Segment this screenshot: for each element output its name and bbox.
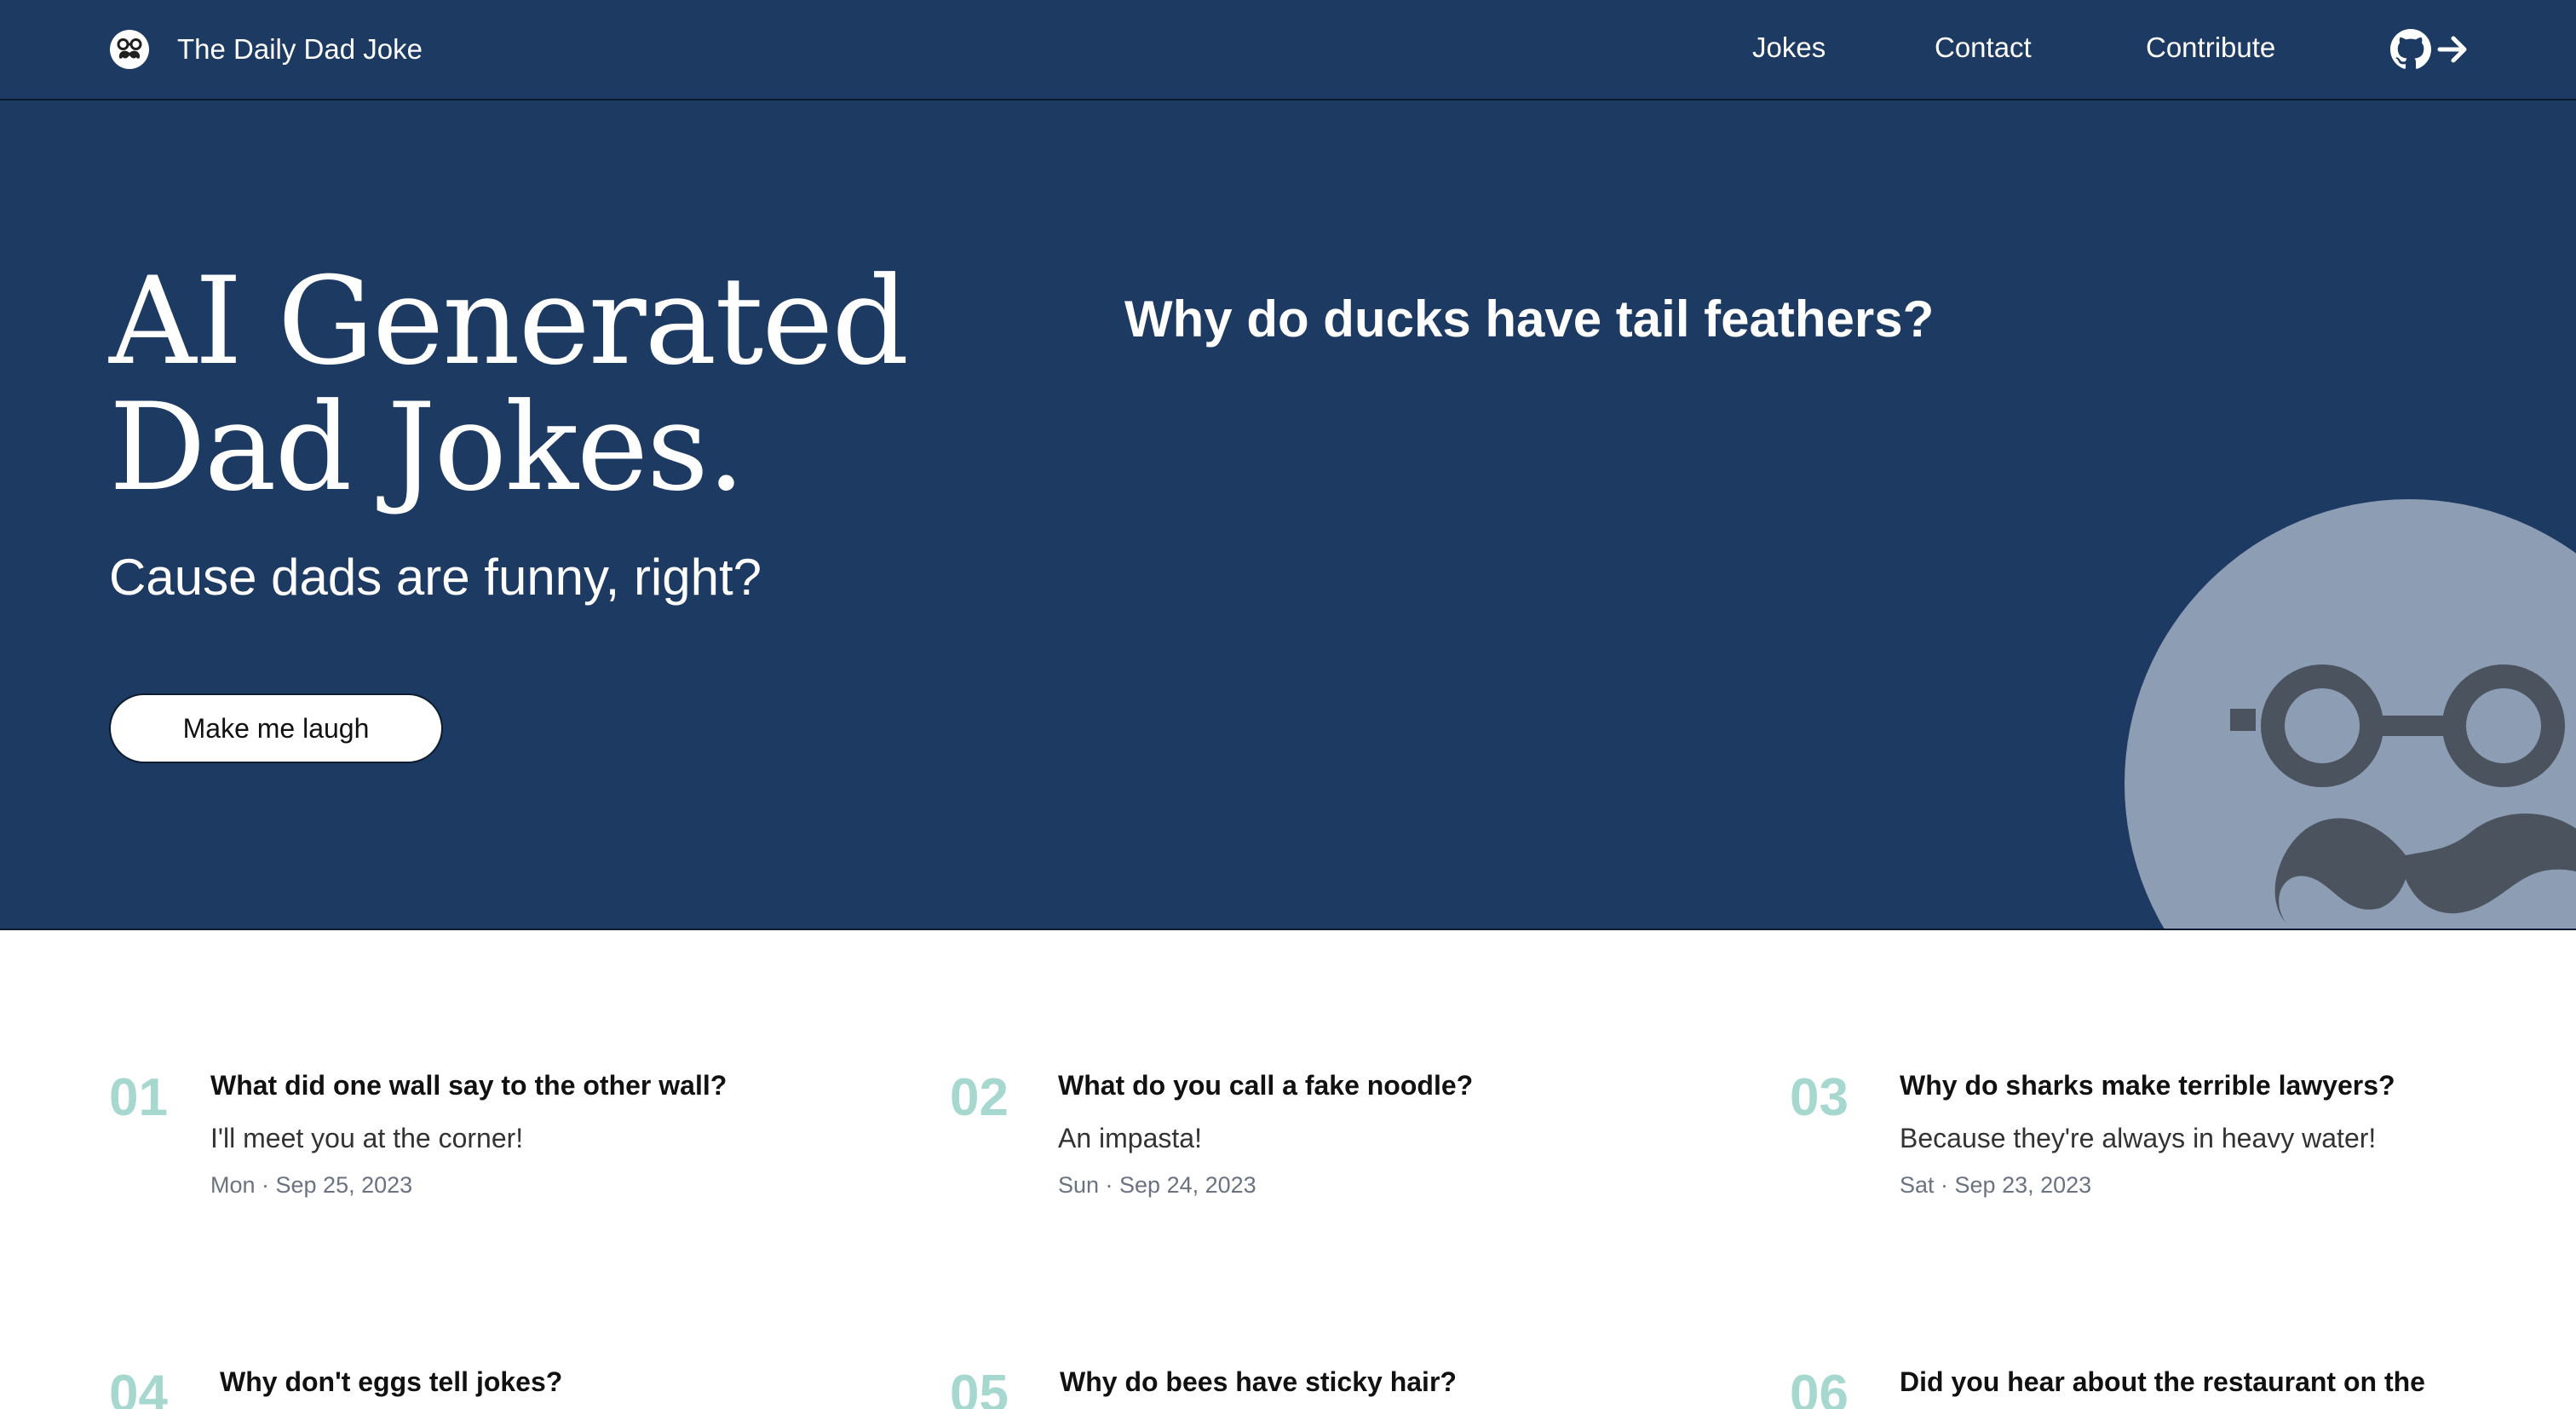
joke-question: Why do sharks make terrible lawyers? xyxy=(1900,1070,2395,1101)
joke-number: 05 xyxy=(950,1365,1009,1409)
joke-question: What do you call a fake noodle? xyxy=(1058,1070,1474,1101)
joke-answer: An impasta! xyxy=(1058,1123,1202,1153)
joke-number: 04 xyxy=(109,1365,168,1409)
joke-question: Why do bees have sticky hair? xyxy=(1060,1366,1457,1397)
hero-title-line-2: Dad Jokes. xyxy=(109,377,745,518)
nav-link-jokes[interactable]: Jokes xyxy=(1752,31,1826,65)
joke-date: Sun · Sep 24, 2023 xyxy=(1058,1172,1256,1198)
nav-link-contribute[interactable]: Contribute xyxy=(2146,31,2275,65)
github-icon[interactable] xyxy=(2390,29,2431,70)
brand-name: The Daily Dad Joke xyxy=(177,33,423,65)
mustache-glasses-mascot-icon xyxy=(2125,499,2576,929)
joke-number: 01 xyxy=(109,1068,168,1127)
joke-number: 02 xyxy=(950,1068,1009,1127)
featured-joke-question: Why do ducks have tail feathers? xyxy=(1124,290,1935,348)
joke-number: 06 xyxy=(1790,1365,1849,1409)
mustache-glasses-logo-icon xyxy=(110,30,149,69)
make-me-laugh-button[interactable]: Make me laugh xyxy=(109,693,443,763)
joke-answer: Because they're always in heavy water! xyxy=(1900,1123,2377,1153)
joke-list: 01 What did one wall say to the other wa… xyxy=(0,932,2576,1409)
nav-link-contact[interactable]: Contact xyxy=(1935,31,2032,65)
joke-question: Why don't eggs tell jokes? xyxy=(220,1366,563,1397)
joke-question: What did one wall say to the other wall? xyxy=(210,1070,727,1101)
hero-title-line-1: AI Generated xyxy=(109,251,909,392)
brand-link[interactable]: The Daily Dad Joke xyxy=(109,28,423,71)
arrow-right-icon[interactable] xyxy=(2436,31,2469,68)
joke-answer: I'll meet you at the corner! xyxy=(210,1123,524,1153)
hero-section: AI Generated Dad Jokes. Cause dads are f… xyxy=(0,101,2576,930)
hero-title: AI Generated Dad Jokes. xyxy=(109,259,1046,511)
joke-question: Did you hear about the restaurant on the xyxy=(1900,1366,2425,1397)
hero-subtitle: Cause dads are funny, right? xyxy=(109,549,762,606)
joke-date: Mon · Sep 25, 2023 xyxy=(210,1172,413,1198)
top-navbar: The Daily Dad Joke Jokes Contact Contrib… xyxy=(0,0,2576,101)
joke-date: Sat · Sep 23, 2023 xyxy=(1900,1172,2092,1198)
joke-number: 03 xyxy=(1790,1068,1849,1127)
